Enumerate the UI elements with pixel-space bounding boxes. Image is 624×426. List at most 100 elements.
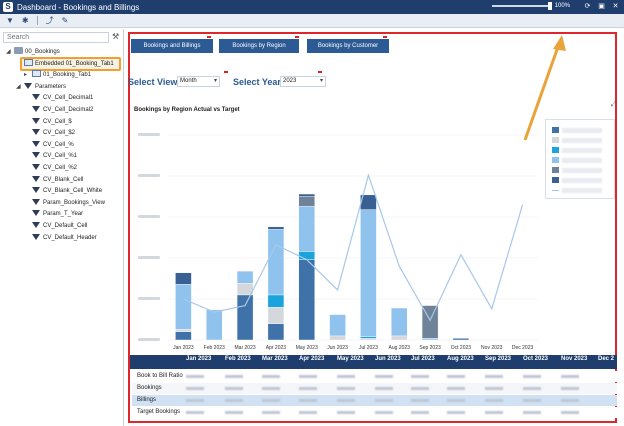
chart-legend xyxy=(545,119,615,199)
table-cell-redacted xyxy=(447,411,465,414)
zoom-slider-track[interactable] xyxy=(491,2,552,10)
legend-label-redacted xyxy=(562,167,602,173)
target-line xyxy=(183,173,524,322)
tree-node-label: CV_Blank_Cell_White xyxy=(43,188,103,195)
tab-bookings-by-customer[interactable]: Bookings by Customer xyxy=(307,39,389,53)
tree-node[interactable]: CV_Cell_%2 xyxy=(24,163,77,174)
view-select[interactable]: Month ▾ xyxy=(177,76,220,87)
tree-node[interactable]: ▸ 01_Booking_Tab1 xyxy=(24,70,91,81)
table-cell-redacted xyxy=(447,399,465,402)
bar-segment xyxy=(206,309,223,341)
legend-item[interactable] xyxy=(552,147,602,153)
search-input[interactable] xyxy=(3,32,109,43)
tree-node[interactable]: CV_Default_Header xyxy=(24,233,97,244)
bar-segment xyxy=(236,294,254,341)
y-tick-label xyxy=(138,297,160,300)
tree-node[interactable]: CV_Default_Cell xyxy=(24,221,87,232)
expand-icon[interactable]: ⤢ xyxy=(611,101,617,109)
tree-node[interactable]: CV_Blank_Cell xyxy=(24,175,83,186)
tab-bookings-and-billings[interactable]: Bookings and Billings xyxy=(131,39,213,53)
legend-label-redacted xyxy=(562,147,602,153)
tree-node-label: CV_Default_Cell xyxy=(43,223,88,229)
expand-arrow-icon[interactable]: ▸ xyxy=(24,70,32,81)
tree-node[interactable]: Embedded 01_Booking_Tab1 xyxy=(16,58,114,70)
legend-swatch xyxy=(552,147,559,153)
table-cell-redacted xyxy=(411,411,429,414)
tree-node[interactable]: CV_Blank_Cell_White xyxy=(24,186,102,197)
gear-icon[interactable]: ✱ xyxy=(22,16,29,25)
table-cell-redacted xyxy=(375,399,393,402)
tree-node[interactable]: CV_Cell_$2 xyxy=(24,128,75,139)
refresh-icon[interactable]: ⟳ xyxy=(583,2,592,11)
x-tick-label: Aug 2023 xyxy=(389,345,411,350)
tree-node[interactable]: CV_Cell_Decimal1 xyxy=(24,93,93,104)
filter-icon[interactable]: ▼ xyxy=(6,16,14,25)
table-cell-redacted xyxy=(186,399,204,402)
table-cell-redacted xyxy=(523,411,541,414)
table-cell-redacted xyxy=(225,375,243,378)
tree-node[interactable]: ◢ 00_Bookings xyxy=(6,47,60,58)
table-cell-redacted xyxy=(447,387,465,390)
close-icon[interactable]: ✕ xyxy=(611,2,620,11)
table-cell-redacted xyxy=(262,399,280,402)
table-cell-redacted xyxy=(225,411,243,414)
tree-node[interactable]: ◢ Parameters xyxy=(16,82,66,93)
tree-node-label: CV_Cell_Decimal1 xyxy=(43,95,94,102)
tab-bookings-by-region[interactable]: Bookings by Region xyxy=(219,39,299,53)
table-cell-redacted xyxy=(523,375,541,378)
bar-segment xyxy=(267,306,285,324)
legend-item[interactable] xyxy=(552,157,602,163)
table-cell-redacted xyxy=(186,375,204,378)
table-cell-redacted xyxy=(523,387,541,390)
table-row[interactable]: Book to Bill Ratio xyxy=(132,371,617,382)
tree-node[interactable]: CV_Cell_$ xyxy=(24,117,72,128)
table-column-header: Oct 2023 xyxy=(523,356,549,362)
legend-item[interactable] xyxy=(552,167,602,173)
sidebar: ⚒ ◢ 00_Bookings Embedded 01_Booking_Tab1▸ 0… xyxy=(0,29,124,426)
table-cell-redacted xyxy=(561,375,579,378)
legend-item[interactable] xyxy=(552,127,602,133)
bar-segment xyxy=(360,209,377,337)
tree-node[interactable]: CV_Cell_% xyxy=(24,140,74,151)
table-cell-redacted xyxy=(186,387,204,390)
tree-node-label: 01_Booking_Tab1 xyxy=(43,72,92,79)
x-tick-label: Mar 2023 xyxy=(235,345,256,350)
red-marker xyxy=(383,36,387,39)
table-cell-redacted xyxy=(561,399,579,402)
legend-swatch xyxy=(552,157,559,163)
funnel-icon xyxy=(32,198,40,205)
x-tick-label: Jan 2023 xyxy=(173,345,194,350)
tree-node[interactable]: CV_Cell_%1 xyxy=(24,151,77,162)
funnel-icon xyxy=(32,164,40,170)
legend-label-redacted xyxy=(562,177,602,183)
legend-label-redacted xyxy=(562,127,602,133)
tree-node[interactable]: Param_Bookings_View xyxy=(24,198,105,209)
tree-node-label: CV_Cell_$ xyxy=(43,118,72,125)
red-marker xyxy=(295,36,299,39)
maximize-icon[interactable]: ▣ xyxy=(597,2,606,11)
export-icon[interactable]: ⤴ xyxy=(46,15,54,26)
tree-node[interactable]: Param_T_Year xyxy=(24,209,83,220)
expand-arrow-icon[interactable]: ◢ xyxy=(16,82,24,93)
tree-node-label: Param_T_Year xyxy=(43,211,84,218)
table-cell-redacted xyxy=(299,375,317,378)
legend-item[interactable] xyxy=(552,187,602,193)
tree-node[interactable]: CV_Cell_Decimal2 xyxy=(24,105,93,116)
table-row-label: Bookings xyxy=(137,385,162,391)
edit-icon[interactable]: ✎ xyxy=(62,16,69,25)
search-options-icon[interactable]: ⚒ xyxy=(112,32,119,41)
legend-item[interactable] xyxy=(552,177,602,183)
zoom-slider-thumb[interactable] xyxy=(547,2,552,10)
year-select[interactable]: 2023 ▾ xyxy=(280,76,326,87)
zoom-control[interactable]: 100% xyxy=(491,2,570,10)
table-row[interactable]: Billings xyxy=(132,395,617,406)
y-tick-label xyxy=(138,174,160,177)
legend-item[interactable] xyxy=(552,137,602,143)
bar-segment xyxy=(175,331,192,341)
table-row[interactable]: Bookings xyxy=(132,383,617,394)
funnel-icon xyxy=(24,82,32,89)
table-row[interactable]: Target Bookings xyxy=(132,407,617,418)
bar-segment xyxy=(267,229,285,296)
legend-swatch xyxy=(552,137,559,143)
expand-arrow-icon[interactable]: ◢ xyxy=(6,47,14,58)
